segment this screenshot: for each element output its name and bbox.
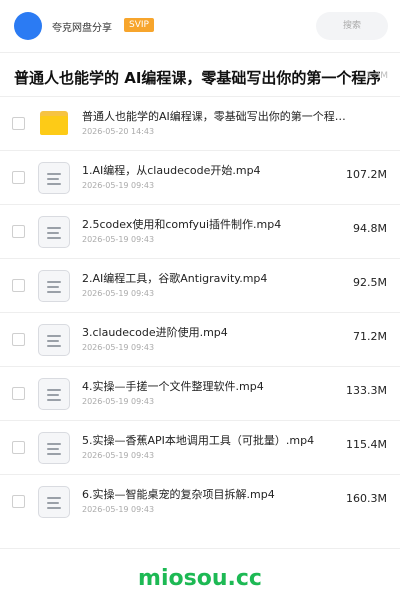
- file-name[interactable]: 4.实操—手搓一个文件整理软件.mp4: [82, 378, 348, 394]
- file-checkbox[interactable]: [12, 441, 25, 454]
- file-name[interactable]: 6.实操—智能桌宠的复杂项目拆解.mp4: [82, 486, 348, 502]
- file-name[interactable]: 普通人也能学的AI编程课，零基础写出你的第一个程序…: [82, 108, 348, 124]
- file-row[interactable]: 5.实操—香蕉API本地调用工具（可批量）.mp4 2026-05-19 09:4…: [0, 420, 400, 474]
- video-file-icon: [38, 216, 70, 248]
- file-date: 2026-05-19 09:43: [82, 235, 155, 244]
- file-size: 115.4M: [346, 438, 387, 451]
- file-checkbox[interactable]: [12, 171, 25, 184]
- search-input[interactable]: 搜索: [316, 12, 388, 40]
- file-checkbox[interactable]: [12, 333, 25, 346]
- folder-icon: [40, 111, 68, 135]
- file-name[interactable]: 3.claudecode进阶使用.mp4: [82, 324, 348, 340]
- video-file-icon: [38, 324, 70, 356]
- file-date: 2026-05-20 14:43: [82, 127, 155, 136]
- file-row[interactable]: 2.5codex使用和comfyui插件制作.mp4 2026-05-19 09:…: [0, 204, 400, 258]
- file-date: 2026-05-19 09:43: [82, 451, 155, 460]
- page-title-size: 1.3M: [365, 71, 388, 81]
- page-title-bar: 普通人也能学的 AI编程课，零基础写出你的第一个程序 1.3M: [0, 52, 400, 96]
- file-row[interactable]: 1.AI编程，从claudecode开始.mp4 2026-05-19 09:43…: [0, 150, 400, 204]
- file-size: 107.2M: [346, 168, 387, 181]
- watermark: miosou.cc: [138, 566, 262, 591]
- file-date: 2026-05-19 09:43: [82, 289, 155, 298]
- file-checkbox[interactable]: [12, 387, 25, 400]
- svip-badge: SVIP: [124, 18, 154, 32]
- file-size: 133.3M: [346, 384, 387, 397]
- file-size: 71.2M: [353, 330, 387, 343]
- video-file-icon: [38, 162, 70, 194]
- file-checkbox[interactable]: [12, 495, 25, 508]
- file-size: 160.3M: [346, 492, 387, 505]
- file-list: 普通人也能学的AI编程课，零基础写出你的第一个程序… 2026-05-20 14:…: [0, 96, 400, 528]
- video-file-icon: [38, 270, 70, 302]
- file-row[interactable]: 6.实操—智能桌宠的复杂项目拆解.mp4 2026-05-19 09:43 160.…: [0, 474, 400, 528]
- file-checkbox[interactable]: [12, 279, 25, 292]
- file-checkbox[interactable]: [12, 225, 25, 238]
- avatar[interactable]: [14, 12, 42, 40]
- file-name[interactable]: 2.5codex使用和comfyui插件制作.mp4: [82, 216, 348, 232]
- file-date: 2026-05-19 09:43: [82, 343, 155, 352]
- list-divider: [0, 548, 400, 549]
- file-name[interactable]: 1.AI编程，从claudecode开始.mp4: [82, 162, 348, 178]
- file-size: 94.8M: [353, 222, 387, 235]
- page-title: 普通人也能学的 AI编程课，零基础写出你的第一个程序: [14, 69, 380, 87]
- uploader-name: 夸克网盘分享: [52, 23, 112, 34]
- file-date: 2026-05-19 09:43: [82, 181, 155, 190]
- share-header: 夸克网盘分享 SVIP 搜索: [0, 0, 400, 52]
- file-row[interactable]: 普通人也能学的AI编程课，零基础写出你的第一个程序… 2026-05-20 14:…: [0, 96, 400, 150]
- file-row[interactable]: 3.claudecode进阶使用.mp4 2026-05-19 09:43 71.2…: [0, 312, 400, 366]
- file-row[interactable]: 4.实操—手搓一个文件整理软件.mp4 2026-05-19 09:43 133.3…: [0, 366, 400, 420]
- file-row[interactable]: 2.AI编程工具，谷歌Antigravity.mp4 2026-05-19 09:…: [0, 258, 400, 312]
- file-size: 92.5M: [353, 276, 387, 289]
- file-name[interactable]: 2.AI编程工具，谷歌Antigravity.mp4: [82, 270, 348, 286]
- video-file-icon: [38, 486, 70, 518]
- video-file-icon: [38, 378, 70, 410]
- file-date: 2026-05-19 09:43: [82, 397, 155, 406]
- file-checkbox[interactable]: [12, 117, 25, 130]
- file-name[interactable]: 5.实操—香蕉API本地调用工具（可批量）.mp4: [82, 432, 348, 448]
- video-file-icon: [38, 432, 70, 464]
- file-date: 2026-05-19 09:43: [82, 505, 155, 514]
